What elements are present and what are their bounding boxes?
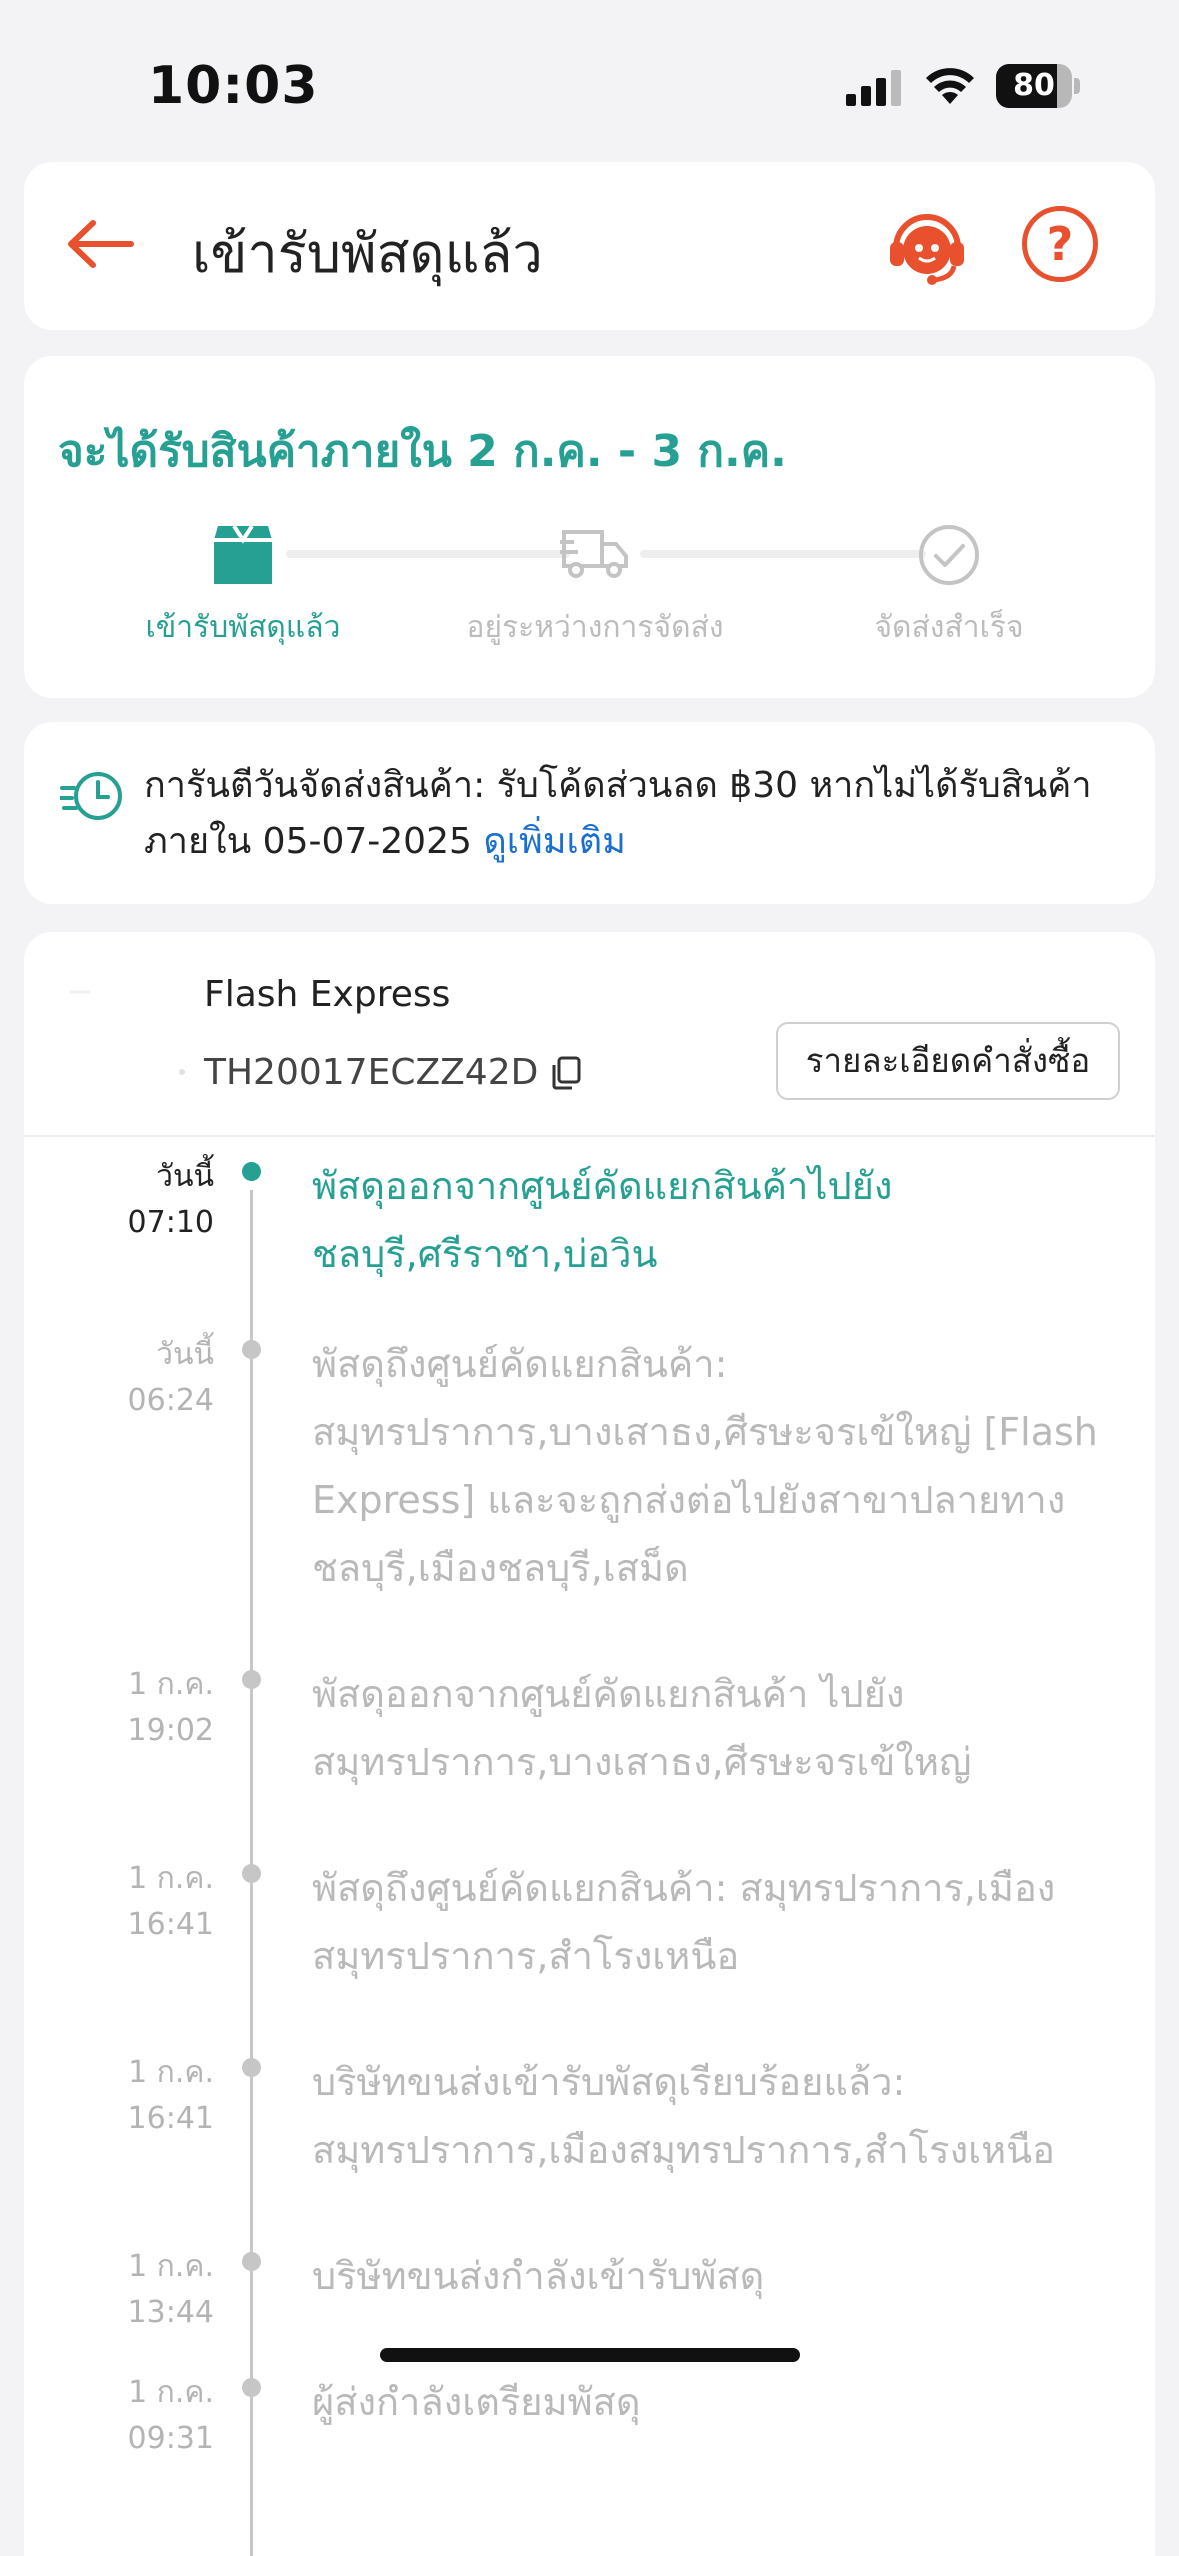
event-description: บริษัทขนส่งกำลังเข้ารับพัสดุ <box>312 2254 765 2298</box>
delivery-progress-card: จะได้รับสินค้าภายใน 2 ก.ค. - 3 ก.ค. เข้า… <box>24 356 1155 698</box>
battery-level: 80 <box>1013 68 1055 103</box>
event-time: 16:41 <box>127 2101 214 2136</box>
event-time: 19:02 <box>127 1713 214 1748</box>
event-datetime: 1 ก.ค. 09:31 <box>44 2370 214 2462</box>
event-dot <box>242 1340 261 1359</box>
event-date: 1 ก.ค. <box>128 1667 214 1702</box>
header-bar: เข้ารับพัสดุแล้ว ? <box>24 162 1155 330</box>
battery-icon: 80 <box>996 64 1080 108</box>
event-time: 09:31 <box>127 2421 214 2456</box>
event-datetime: วันนี้ 07:10 <box>44 1154 214 1246</box>
cellular-signal-icon <box>846 70 901 106</box>
event-time: 06:24 <box>127 1383 214 1418</box>
shipment-tracking-card: Flash Express TH20017ECZZ42D รายละเอียดค… <box>24 932 1155 2556</box>
progress-track-2 <box>640 550 926 558</box>
event-description: ผู้ส่งกำลังเตรียมพัสดุ <box>312 2380 641 2424</box>
event-date: วันนี้ <box>156 1337 214 1372</box>
back-button[interactable] <box>60 204 140 284</box>
tracking-number: TH20017ECZZ42D <box>204 1052 539 1093</box>
delivery-guarantee-card[interactable]: การันตีวันจัดส่งสินค้า: รับโค้ดส่วนลด ฿3… <box>24 722 1155 904</box>
event-datetime: 1 ก.ค. 13:44 <box>44 2244 214 2336</box>
event-description: พัสดุออกจากศูนย์คัดแยกสินค้า ไปยัง สมุทร… <box>312 1672 972 1784</box>
estimated-delivery: จะได้รับสินค้าภายใน 2 ก.ค. - 3 ก.ค. <box>58 426 787 477</box>
status-bar: 10:03 80 <box>0 0 1179 160</box>
divider <box>24 1135 1155 1137</box>
event-description: พัสดุถึงศูนย์คัดแยกสินค้า: สมุทรปราการ,เ… <box>312 1866 1056 1978</box>
arrow-left-icon <box>68 220 134 268</box>
home-indicator <box>380 2348 800 2362</box>
event-description: พัสดุออกจากศูนย์คัดแยกสินค้าไปยัง ชลบุรี… <box>312 1164 893 1276</box>
status-time: 10:03 <box>148 56 319 116</box>
truck-icon <box>560 530 628 578</box>
event-datetime: วันนี้ 06:24 <box>44 1332 214 1424</box>
event-dot <box>242 2058 261 2077</box>
event-time: 13:44 <box>127 2295 214 2330</box>
event-time: 07:10 <box>127 1205 214 1240</box>
page-title: เข้ารับพัสดุแล้ว <box>192 222 543 285</box>
question-circle-icon: ? <box>1046 217 1074 271</box>
copy-icon[interactable] <box>550 1056 582 1090</box>
event-date: 1 ก.ค. <box>128 2055 214 2090</box>
event-datetime: 1 ก.ค. 16:41 <box>44 2050 214 2142</box>
courier-name: Flash Express <box>204 974 451 1015</box>
step-label-picked-up: เข้ารับพัสดุแล้ว <box>145 610 341 645</box>
see-more-link[interactable]: ดูเพิ่มเติม <box>483 821 626 862</box>
step-label-delivered: จัดส่งสำเร็จ <box>874 610 1024 645</box>
customer-support-button[interactable] <box>882 200 972 290</box>
event-dot <box>242 2252 261 2271</box>
event-datetime: 1 ก.ค. 19:02 <box>44 1662 214 1754</box>
event-date: 1 ก.ค. <box>128 1861 214 1896</box>
headset-support-icon <box>890 214 964 285</box>
step-label-in-transit: อยู่ระหว่างการจัดส่ง <box>466 610 724 645</box>
tracking-number-row: TH20017ECZZ42D <box>204 1052 582 1093</box>
courier-logo <box>50 982 190 1082</box>
package-icon <box>214 524 272 584</box>
event-date: 1 ก.ค. <box>128 2375 214 2410</box>
order-details-button[interactable]: รายละเอียดคำสั่งซื้อ <box>776 1022 1120 1100</box>
event-description: พัสดุถึงศูนย์คัดแยกสินค้า: สมุทรปราการ,บ… <box>312 1342 1098 1590</box>
guarantee-text: การันตีวันจัดส่งสินค้า: รับโค้ดส่วนลด ฿3… <box>144 765 1092 862</box>
event-date: วันนี้ <box>156 1159 214 1194</box>
event-dot <box>242 2378 261 2397</box>
check-circle-icon <box>919 525 979 585</box>
event-datetime: 1 ก.ค. 16:41 <box>44 1856 214 1948</box>
event-date: 1 ก.ค. <box>128 2249 214 2284</box>
event-dot <box>242 1864 261 1883</box>
event-dot <box>242 1162 261 1181</box>
clock-fast-icon <box>60 772 122 820</box>
wifi-icon <box>926 68 974 104</box>
help-button[interactable]: ? <box>1022 206 1098 282</box>
event-description: บริษัทขนส่งเข้ารับพัสดุเรียบร้อยแล้ว: สม… <box>312 2060 1055 2172</box>
event-time: 16:41 <box>127 1907 214 1942</box>
progress-track-1 <box>286 550 570 558</box>
event-dot <box>242 1670 261 1689</box>
